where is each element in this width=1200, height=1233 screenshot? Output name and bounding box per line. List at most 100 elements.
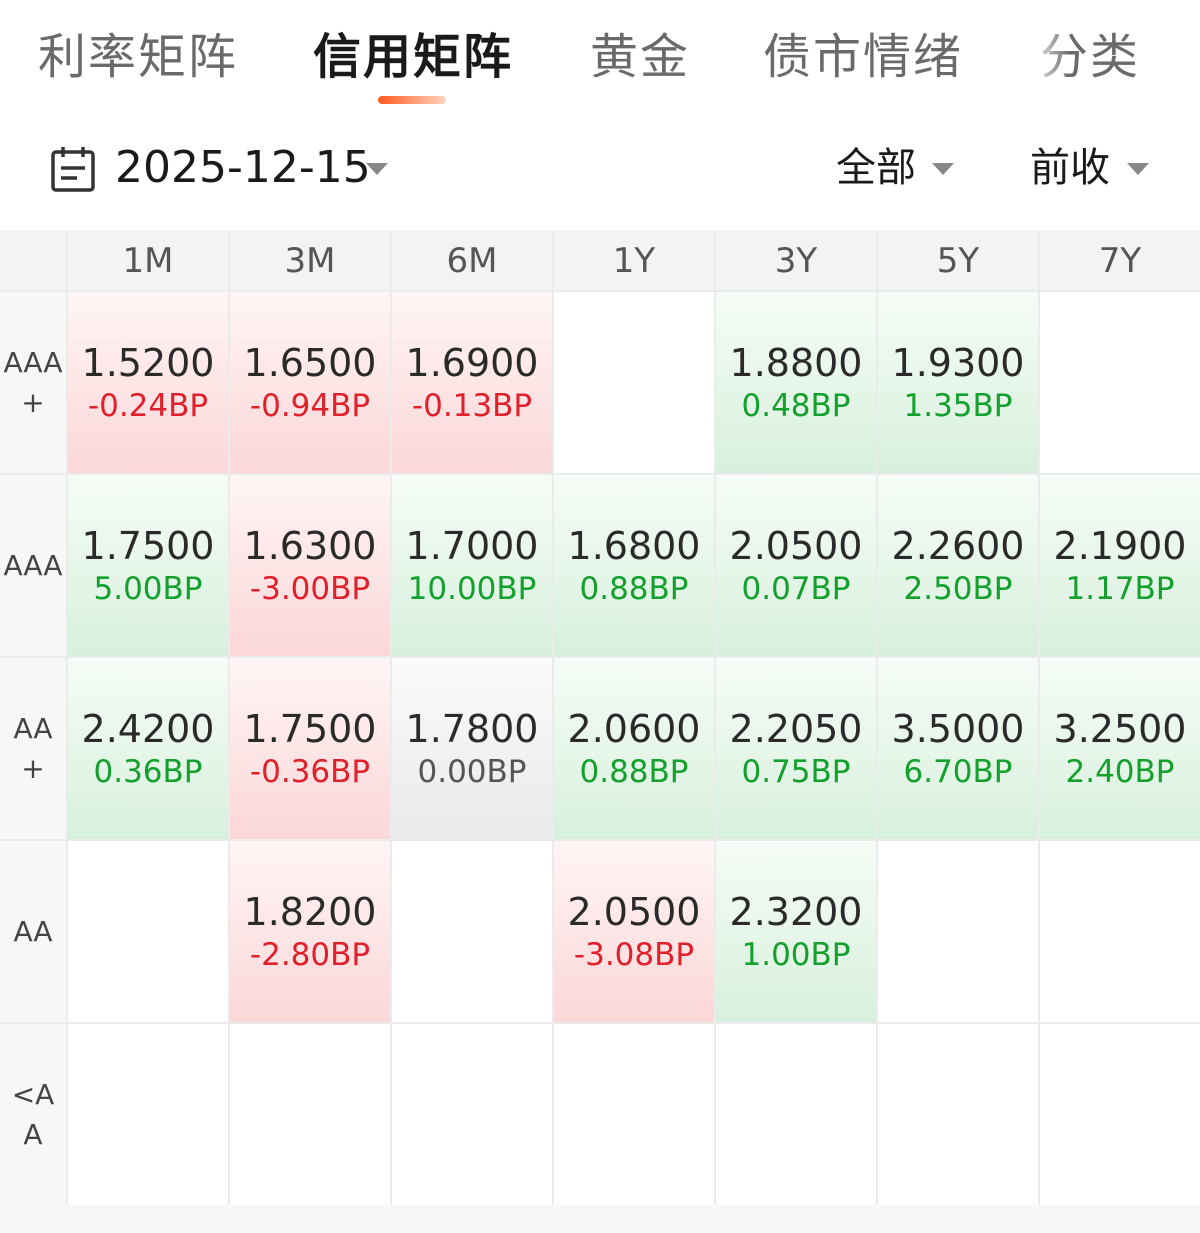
bp-change: 1.35BP — [903, 387, 1013, 424]
scope-dropdown-icon[interactable] — [932, 163, 954, 175]
matrix-cell[interactable]: 1.6900 -0.13BP — [392, 292, 552, 473]
yield-value: 2.2600 — [891, 523, 1025, 568]
matrix-cell-empty — [230, 1024, 390, 1205]
calendar-icon[interactable] — [50, 145, 96, 193]
bp-change: 5.00BP — [93, 570, 203, 607]
matrix-cell[interactable]: 2.1900 1.17BP — [1040, 475, 1200, 656]
tab-bond-sentiment[interactable]: 债市情绪 — [763, 22, 963, 92]
matrix-cell-empty — [554, 292, 714, 473]
row-header: <AA — [0, 1024, 66, 1205]
bp-change: 1.17BP — [1065, 570, 1175, 607]
row-header: AA — [0, 841, 66, 1022]
matrix-cell[interactable]: 1.6800 0.88BP — [554, 475, 714, 656]
matrix-cell[interactable]: 1.7800 0.00BP — [392, 658, 552, 839]
column-header: 7Y — [1040, 230, 1200, 290]
bp-change: -2.80BP — [249, 936, 371, 973]
yield-value: 1.6500 — [243, 340, 377, 385]
yield-value: 1.6800 — [567, 523, 701, 568]
yield-value: 2.4200 — [81, 706, 215, 751]
matrix-cell[interactable]: 2.0500 -3.08BP — [554, 841, 714, 1022]
column-header: 6M — [392, 230, 552, 290]
matrix-cell[interactable]: 1.6500 -0.94BP — [230, 292, 390, 473]
bp-change: -0.36BP — [249, 753, 371, 790]
yield-value: 1.7800 — [405, 706, 539, 751]
yield-value: 1.7500 — [81, 523, 215, 568]
bp-change: 0.48BP — [741, 387, 851, 424]
matrix-cell[interactable]: 1.5200 -0.24BP — [68, 292, 228, 473]
bp-change: -3.08BP — [573, 936, 695, 973]
yield-value: 1.7000 — [405, 523, 539, 568]
matrix-cell[interactable]: 1.8800 0.48BP — [716, 292, 876, 473]
tab-category[interactable]: 分类 — [1040, 22, 1140, 92]
matrix-cell-empty — [1040, 841, 1200, 1022]
matrix-cell[interactable]: 2.2600 2.50BP — [878, 475, 1038, 656]
bp-change: 0.88BP — [579, 570, 689, 607]
matrix-cell[interactable]: 3.2500 2.40BP — [1040, 658, 1200, 839]
matrix-cell-empty — [878, 1024, 1038, 1205]
matrix-cell[interactable]: 2.4200 0.36BP — [68, 658, 228, 839]
tab-bar: 利率矩阵 信用矩阵 黄金 债市情绪 分类 — [0, 0, 1200, 120]
matrix-cell[interactable]: 1.9300 1.35BP — [878, 292, 1038, 473]
yield-value: 2.0500 — [567, 889, 701, 934]
bp-change: 0.88BP — [579, 753, 689, 790]
matrix-cell[interactable]: 2.0600 0.88BP — [554, 658, 714, 839]
row-header: AAA — [0, 475, 66, 656]
credit-matrix-table: 1M 3M 6M 1Y 3Y 5Y 7Y AAA+ 1.5200 -0.24BP 1.6500 -0.… — [0, 230, 1200, 1205]
yield-value: 2.0500 — [729, 523, 863, 568]
matrix-cell-empty — [1040, 1024, 1200, 1205]
matrix-cell-empty — [716, 1024, 876, 1205]
bp-change: 0.36BP — [93, 753, 203, 790]
matrix-cell-empty — [878, 841, 1038, 1022]
bp-change: 0.00BP — [417, 753, 527, 790]
yield-value: 1.8800 — [729, 340, 863, 385]
yield-value: 1.8200 — [243, 889, 377, 934]
bp-change: -3.00BP — [249, 570, 371, 607]
bp-change: 2.40BP — [1065, 753, 1175, 790]
matrix-cell-empty — [1040, 292, 1200, 473]
matrix-cell[interactable]: 1.6300 -3.00BP — [230, 475, 390, 656]
yield-value: 2.2050 — [729, 706, 863, 751]
row-header: AA+ — [0, 658, 66, 839]
tab-credit-matrix[interactable]: 信用矩阵 — [313, 22, 513, 92]
date-dropdown-icon[interactable] — [366, 163, 388, 175]
matrix-cell[interactable]: 1.7500 5.00BP — [68, 475, 228, 656]
matrix-cell[interactable]: 1.8200 -2.80BP — [230, 841, 390, 1022]
matrix-cell-empty — [554, 1024, 714, 1205]
filter-bar: 2025-12-15 全部 前收 — [0, 125, 1200, 215]
yield-value: 2.3200 — [729, 889, 863, 934]
yield-value: 2.1900 — [1053, 523, 1187, 568]
yield-value: 3.2500 — [1053, 706, 1187, 751]
column-header: 3M — [230, 230, 390, 290]
yield-value: 1.9300 — [891, 340, 1025, 385]
bp-change: -0.13BP — [411, 387, 533, 424]
date-selector[interactable]: 2025-12-15 — [115, 143, 371, 193]
bp-change: -0.94BP — [249, 387, 371, 424]
price-basis-dropdown[interactable]: 前收 — [1030, 143, 1110, 193]
matrix-cell[interactable]: 1.7000 10.00BP — [392, 475, 552, 656]
price-basis-dropdown-icon[interactable] — [1127, 163, 1149, 175]
tab-gold[interactable]: 黄金 — [590, 22, 690, 92]
yield-value: 1.5200 — [81, 340, 215, 385]
column-header: 3Y — [716, 230, 876, 290]
yield-value: 2.0600 — [567, 706, 701, 751]
matrix-cell[interactable]: 2.3200 1.00BP — [716, 841, 876, 1022]
matrix-cell[interactable]: 3.5000 6.70BP — [878, 658, 1038, 839]
column-header: 1M — [68, 230, 228, 290]
bp-change: 6.70BP — [903, 753, 1013, 790]
matrix-cell-empty — [68, 841, 228, 1022]
matrix-cell-empty — [68, 1024, 228, 1205]
bp-change: 0.07BP — [741, 570, 851, 607]
matrix-cell-empty — [392, 841, 552, 1022]
yield-value: 1.7500 — [243, 706, 377, 751]
matrix-cell[interactable]: 2.0500 0.07BP — [716, 475, 876, 656]
bp-change: -0.24BP — [87, 387, 209, 424]
column-header: 1Y — [554, 230, 714, 290]
bp-change: 0.75BP — [741, 753, 851, 790]
matrix-cell-empty — [392, 1024, 552, 1205]
matrix-cell[interactable]: 1.7500 -0.36BP — [230, 658, 390, 839]
bp-change: 2.50BP — [903, 570, 1013, 607]
bp-change: 10.00BP — [407, 570, 537, 607]
scope-dropdown[interactable]: 全部 — [836, 143, 916, 193]
matrix-cell[interactable]: 2.2050 0.75BP — [716, 658, 876, 839]
tab-rate-matrix[interactable]: 利率矩阵 — [38, 22, 238, 92]
